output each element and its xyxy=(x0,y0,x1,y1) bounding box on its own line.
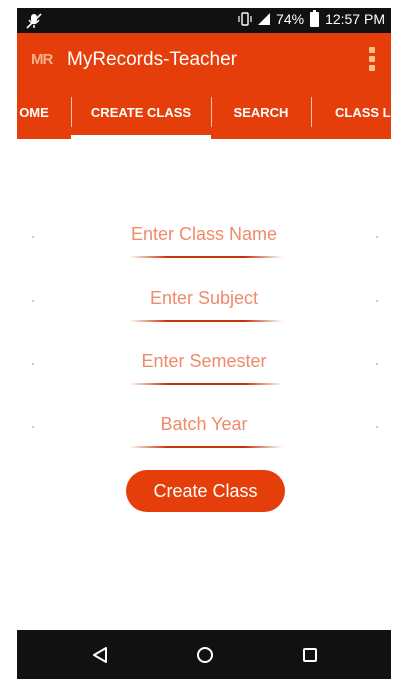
batch-year-row xyxy=(17,406,391,448)
clock: 12:57 PM xyxy=(325,11,385,27)
decor-dot xyxy=(32,426,34,428)
decor-dot xyxy=(376,426,378,428)
system-nav-bar xyxy=(17,630,391,679)
app-logo: MR xyxy=(31,51,53,68)
app-title: MyRecords-Teacher xyxy=(67,49,237,70)
tab-home[interactable]: OME xyxy=(17,86,71,139)
overflow-menu-icon[interactable] xyxy=(369,47,375,71)
class-name-row xyxy=(17,216,391,258)
battery-percent: 74% xyxy=(276,11,305,27)
decor-dot xyxy=(376,236,378,238)
decor-dot xyxy=(32,363,34,365)
subject-row xyxy=(17,280,391,322)
class-name-underline xyxy=(129,256,283,258)
home-circle-icon[interactable] xyxy=(192,642,218,668)
class-name-input[interactable] xyxy=(104,216,304,252)
tab-class-list-label: CLASS LIS xyxy=(335,105,391,120)
create-class-button[interactable]: Create Class xyxy=(126,470,285,512)
phone-screen: 74% 12:57 PM MR MyRecords-Teacher OME CR… xyxy=(17,8,391,679)
tab-create-class-label: CREATE CLASS xyxy=(90,105,192,120)
app-bar: MR MyRecords-Teacher xyxy=(17,33,391,86)
batch-year-input[interactable] xyxy=(104,406,304,442)
active-tab-indicator xyxy=(71,135,211,139)
decor-dot xyxy=(32,300,34,302)
decor-dot xyxy=(32,236,34,238)
tab-class-list[interactable]: CLASS LIS xyxy=(311,86,391,139)
battery-icon xyxy=(310,9,320,27)
signal-icon xyxy=(258,13,271,25)
semester-input[interactable] xyxy=(104,343,304,379)
batch-year-underline xyxy=(129,446,283,448)
vibrate-icon xyxy=(238,12,252,26)
tab-home-label: OME xyxy=(19,105,49,120)
status-bar: 74% 12:57 PM xyxy=(17,8,391,33)
tab-create-class[interactable]: CREATE CLASS xyxy=(71,86,211,139)
recents-square-icon[interactable] xyxy=(297,642,323,668)
subject-underline xyxy=(129,320,283,322)
tab-search-label: SEARCH xyxy=(233,105,289,120)
decor-dot xyxy=(376,300,378,302)
semester-underline xyxy=(129,383,283,385)
semester-row xyxy=(17,343,391,385)
tab-search[interactable]: SEARCH xyxy=(211,86,311,139)
tab-bar: OME CREATE CLASS SEARCH CLASS LIS xyxy=(17,86,391,139)
back-triangle-icon[interactable] xyxy=(87,642,113,668)
subject-input[interactable] xyxy=(104,280,304,316)
mute-mic-icon xyxy=(26,13,42,29)
decor-dot xyxy=(376,363,378,365)
